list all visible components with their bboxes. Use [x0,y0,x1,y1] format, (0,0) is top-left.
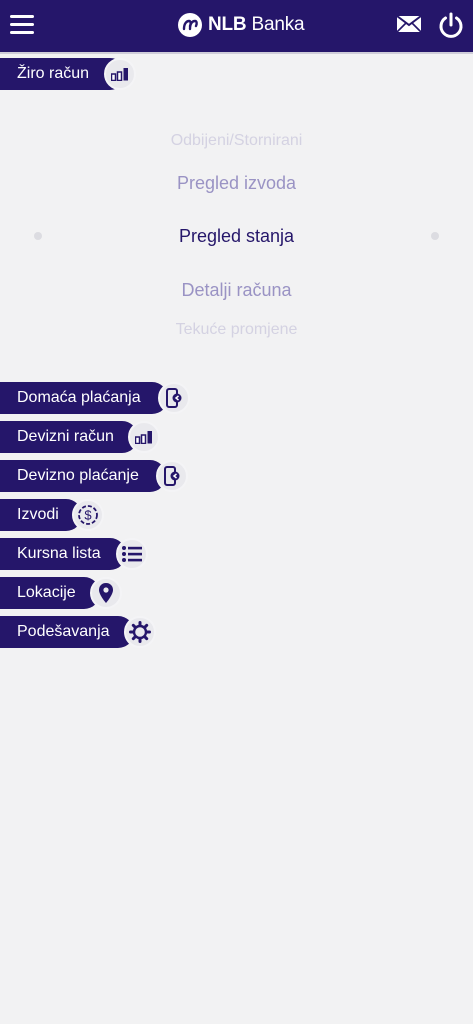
menu-item-label: Kursna lista [17,545,101,562]
section-tab-label: Žiro račun [17,65,90,82]
menu-item-domaca-placanja[interactable]: Domaća plaćanja [0,382,190,414]
dollar-cycle-icon: $ [72,499,104,531]
menu-item-label: Devizno plaćanje [17,467,139,484]
nlb-logo-icon [178,13,202,37]
menu-item-devizno-placanje[interactable]: Devizno plaćanje [0,460,188,492]
picker-item[interactable]: Detalji računa [0,280,473,301]
mobile-payment-icon [158,382,190,414]
power-icon[interactable] [438,11,464,44]
top-bar: NLB Banka [0,0,473,54]
list-icon [116,538,148,570]
picker-item[interactable]: Odbijeni/Stornirani [0,132,473,150]
mobile-payment-icon [156,460,188,492]
mail-icon[interactable] [396,14,422,39]
menu-item-label: Izvodi [17,506,59,523]
location-pin-icon [90,577,122,609]
menu-item-label: Podešavanja [17,623,110,640]
menu-item-devizni-racun[interactable]: Devizni račun [0,421,160,453]
menu-item-lokacije[interactable]: Lokacije [0,577,122,609]
gear-icon [124,616,156,648]
picker-item[interactable]: Pregled izvoda [0,173,473,194]
section-tab-ziro-racun[interactable]: Žiro račun [0,58,136,90]
menu-item-izvodi[interactable]: Izvodi $ [0,499,104,531]
bar-chart-icon [128,421,160,453]
account-view-picker[interactable]: Odbijeni/Stornirani Pregled izvoda Pregl… [0,92,473,382]
svg-text:$: $ [84,508,92,523]
brand-logo: NLB Banka [178,12,305,38]
menu-item-label: Devizni račun [17,428,114,445]
menu-item-label: Domaća plaćanja [17,389,141,406]
menu-item-kursna-lista[interactable]: Kursna lista [0,538,148,570]
hamburger-icon[interactable] [10,15,34,35]
bar-chart-icon [104,58,136,90]
menu-item-podesavanja[interactable]: Podešavanja [0,616,156,648]
menu-item-label: Lokacije [17,584,76,601]
brand-name-light: Banka [251,14,305,35]
picker-item[interactable]: Tekuće promjene [0,321,473,339]
brand-name-bold: NLB [208,14,247,35]
picker-item-selected[interactable]: Pregled stanja [0,226,473,247]
